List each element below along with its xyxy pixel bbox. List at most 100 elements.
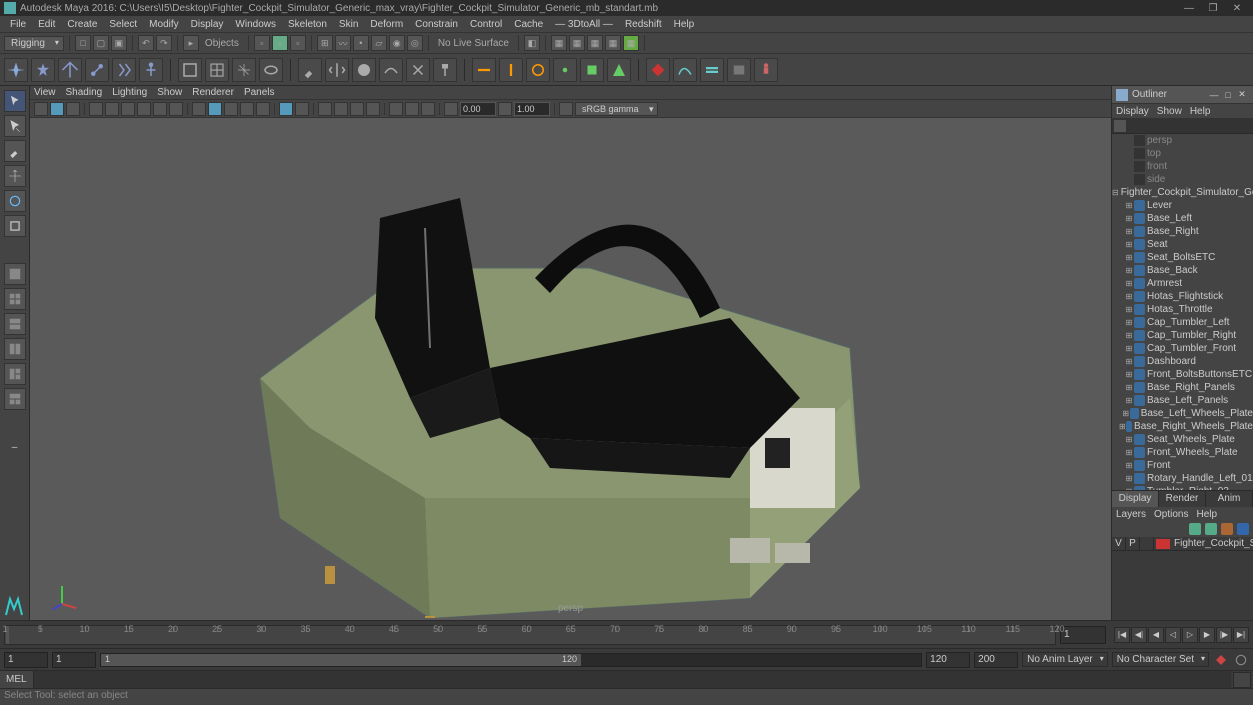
shelf-dope-icon[interactable] — [700, 58, 724, 82]
vp-aa-icon[interactable] — [350, 102, 364, 116]
workspace-selector[interactable]: Rigging — [4, 36, 64, 51]
outliner-node[interactable]: ⊞Cap_Tumbler_Front — [1112, 342, 1253, 355]
snap-grid-button[interactable]: ⊞ — [317, 35, 333, 51]
shelf-weight-icon[interactable] — [352, 58, 376, 82]
anim-layer-combo[interactable]: No Anim Layer — [1022, 652, 1108, 667]
menu-select[interactable]: Select — [103, 19, 143, 30]
playback-end-field[interactable] — [926, 652, 970, 668]
layout-custom-button[interactable] — [4, 388, 26, 410]
outliner-node[interactable]: ⊞Rotary_Handle_Left_01 — [1112, 472, 1253, 485]
layer-menu-options[interactable]: Options — [1154, 509, 1188, 520]
vp-lights-icon[interactable] — [240, 102, 254, 116]
step-back-key-button[interactable]: ◀| — [1131, 627, 1147, 643]
vp-wireframe-icon[interactable] — [192, 102, 206, 116]
layout-four-button[interactable] — [4, 288, 26, 310]
menu-help[interactable]: Help — [668, 19, 701, 30]
render-globals-button[interactable]: ▦ — [605, 35, 621, 51]
layer-menu-layers[interactable]: Layers — [1116, 509, 1146, 520]
vp-view-transform-combo[interactable]: sRGB gamma — [575, 102, 658, 116]
vp-menu-lighting[interactable]: Lighting — [112, 87, 147, 98]
outliner-node[interactable]: ⊞Base_Left — [1112, 212, 1253, 225]
snap-live-button[interactable]: ◉ — [389, 35, 405, 51]
snap-plane-button[interactable]: ▱ — [371, 35, 387, 51]
layer-tab-anim[interactable]: Anim — [1206, 491, 1253, 507]
layout-three-button[interactable] — [4, 363, 26, 385]
outliner-node[interactable]: ⊞Cap_Tumbler_Left — [1112, 316, 1253, 329]
vp-gate-mask-icon[interactable] — [137, 102, 151, 116]
layout-single-button[interactable] — [4, 263, 26, 285]
layout-two-v-button[interactable] — [4, 338, 26, 360]
shelf-cluster-icon[interactable] — [232, 58, 256, 82]
render-frame-button[interactable]: ▦ — [551, 35, 567, 51]
render-settings-button[interactable]: ▦ — [587, 35, 603, 51]
go-start-button[interactable]: |◀ — [1114, 627, 1130, 643]
redo-button[interactable]: ↷ — [156, 35, 172, 51]
anim-prefs-button[interactable] — [1233, 652, 1249, 668]
new-scene-button[interactable]: □ — [75, 35, 91, 51]
vp-grid-icon[interactable] — [89, 102, 103, 116]
outliner-node[interactable]: ⊞Lever — [1112, 199, 1253, 212]
step-back-button[interactable]: ◀ — [1148, 627, 1164, 643]
range-thumb[interactable]: 1120 — [101, 654, 581, 666]
layer-list[interactable]: V P Fighter_Cockpit_Simul — [1112, 537, 1253, 620]
play-forward-button[interactable]: ▷ — [1182, 627, 1198, 643]
shelf-xgen-icon[interactable] — [4, 58, 28, 82]
menu-windows[interactable]: Windows — [229, 19, 282, 30]
outliner-node[interactable]: ⊞Base_Right_Panels — [1112, 381, 1253, 394]
close-button[interactable]: ✕ — [1225, 3, 1249, 14]
layer-new-empty-icon[interactable] — [1221, 523, 1233, 535]
vp-menu-renderer[interactable]: Renderer — [192, 87, 234, 98]
vp-res-gate-icon[interactable] — [121, 102, 135, 116]
outliner-menu-help[interactable]: Help — [1190, 106, 1211, 117]
vp-safe-title-icon[interactable] — [169, 102, 183, 116]
outliner-node[interactable]: top — [1112, 147, 1253, 160]
menu-file[interactable]: File — [4, 19, 32, 30]
snap-curve-button[interactable]: 〰 — [335, 35, 351, 51]
outliner-node[interactable]: ⊞Front_Wheels_Plate — [1112, 446, 1253, 459]
outliner-node[interactable]: ⊞Base_Left_Wheels_Plate — [1112, 407, 1253, 420]
range-track[interactable]: 1120 — [100, 653, 922, 667]
character-set-combo[interactable]: No Character Set — [1112, 652, 1209, 667]
anim-start-field[interactable] — [4, 652, 48, 668]
step-forward-button[interactable]: ▶ — [1199, 627, 1215, 643]
vp-film-gate-icon[interactable] — [105, 102, 119, 116]
current-frame-field[interactable] — [1060, 626, 1106, 644]
layout-two-h-button[interactable] — [4, 313, 26, 335]
outliner-node[interactable]: ⊞Front_BoltsButtonsETC — [1112, 368, 1253, 381]
vp-menu-show[interactable]: Show — [157, 87, 182, 98]
outliner-node[interactable]: ⊞Seat — [1112, 238, 1253, 251]
outliner-node[interactable]: front — [1112, 160, 1253, 173]
history-toggle-button[interactable]: ◧ — [524, 35, 540, 51]
vp-isolate-icon[interactable] — [279, 102, 293, 116]
menu-display[interactable]: Display — [185, 19, 230, 30]
vp-exposure-field[interactable] — [460, 102, 496, 116]
lasso-tool[interactable] — [4, 115, 26, 137]
vp-bookmark-icon[interactable] — [50, 102, 64, 116]
shelf-set-key-icon[interactable] — [646, 58, 670, 82]
snap-view-button[interactable]: ◎ — [407, 35, 423, 51]
vp-safe-action-icon[interactable] — [153, 102, 167, 116]
layer-new-selected-icon[interactable] — [1237, 523, 1249, 535]
vp-gamma-field[interactable] — [514, 102, 550, 116]
layer-playback-toggle[interactable]: P — [1126, 537, 1140, 551]
menu-dtoall[interactable]: — 3DtoAll — — [549, 19, 619, 30]
shelf-constrain-aim-icon[interactable] — [553, 58, 577, 82]
outliner-menu-display[interactable]: Display — [1116, 106, 1149, 117]
layer-row[interactable]: V P Fighter_Cockpit_Simul — [1112, 537, 1253, 551]
outliner-node[interactable]: ⊞Armrest — [1112, 277, 1253, 290]
outliner-node[interactable]: persp — [1112, 134, 1253, 147]
select-mode-button[interactable]: ▸ — [183, 35, 199, 51]
menu-control[interactable]: Control — [464, 19, 508, 30]
time-slider-track[interactable]: 1510152025303540455055606570758085909510… — [4, 625, 1056, 645]
playback-start-field[interactable] — [52, 652, 96, 668]
vp-shaded-icon[interactable] — [208, 102, 222, 116]
vp-gamma-icon[interactable] — [405, 102, 419, 116]
outliner-search[interactable] — [1112, 118, 1253, 134]
command-input[interactable] — [34, 671, 1231, 688]
step-forward-key-button[interactable]: |▶ — [1216, 627, 1232, 643]
outliner-close-button[interactable]: ✕ — [1235, 89, 1249, 100]
menu-cache[interactable]: Cache — [508, 19, 549, 30]
go-end-button[interactable]: ▶| — [1233, 627, 1249, 643]
open-scene-button[interactable]: ▢ — [93, 35, 109, 51]
menu-modify[interactable]: Modify — [143, 19, 184, 30]
